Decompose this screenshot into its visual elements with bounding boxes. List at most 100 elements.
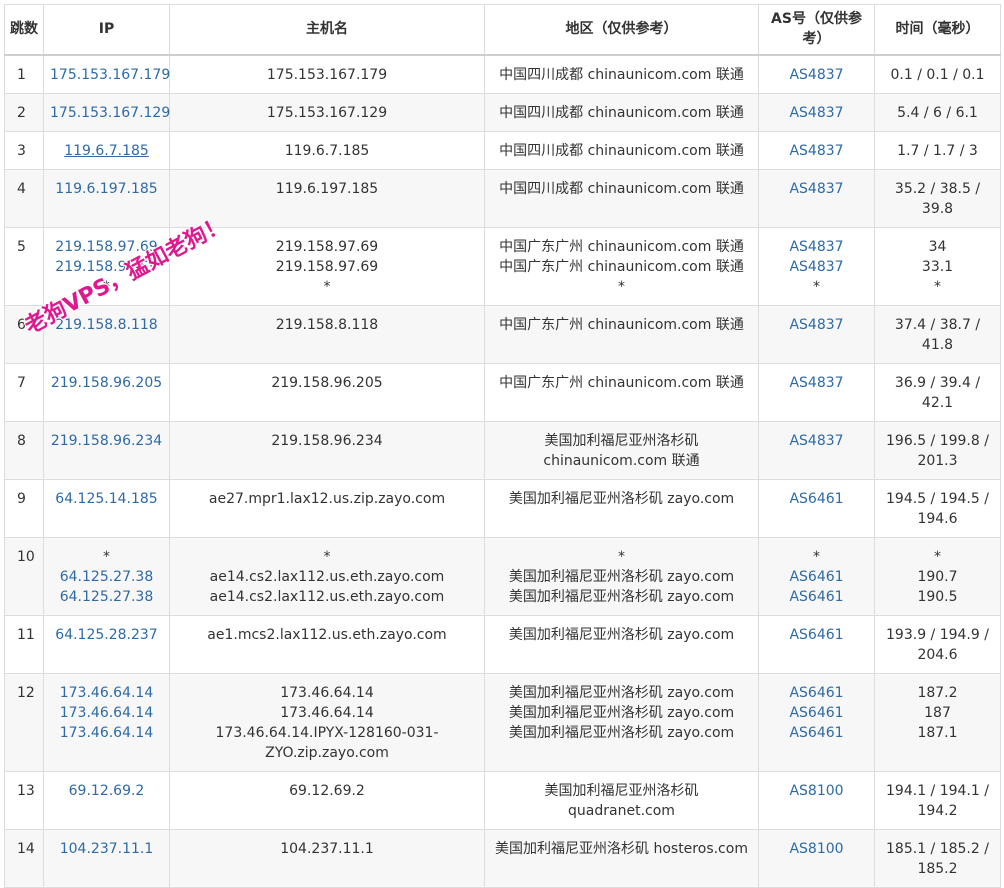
- ip-link[interactable]: 64.125.28.237: [50, 625, 163, 645]
- host-text: 119.6.197.185: [275, 180, 379, 197]
- asn-link[interactable]: AS4837: [765, 431, 868, 451]
- asn-link[interactable]: AS4837: [765, 179, 868, 199]
- asn-link[interactable]: AS4837: [765, 237, 868, 257]
- region-text: 中国四川成都 chinaunicom.com 联通: [499, 180, 744, 197]
- hop-cell: 6: [4, 304, 44, 364]
- ip-link[interactable]: 175.153.167.179: [50, 65, 170, 85]
- hop-cell: 8: [4, 420, 44, 480]
- hop-cell: 5: [4, 226, 44, 306]
- asn-link[interactable]: AS4837: [765, 141, 868, 161]
- asn-link[interactable]: AS6461: [765, 625, 868, 645]
- asn-link[interactable]: AS6461: [765, 723, 868, 743]
- region-text: 中国广东广州 chinaunicom.com 联通: [499, 316, 744, 333]
- region-cell: 中国四川成都 chinaunicom.com 联通: [484, 168, 759, 228]
- region-cell: 中国四川成都 chinaunicom.com 联通: [484, 92, 759, 132]
- time-cell: 0.1 / 0.1 / 0.1: [874, 54, 1001, 94]
- table-row: 2 175.153.167.129 175.153.167.129 中国四川成都 ch…: [4, 92, 1001, 132]
- region-text: chinaunicom.com 联通: [543, 452, 700, 469]
- asn-cell: AS4837: [758, 420, 875, 480]
- ip-cell: 173.46.64.14 173.46.64.14 173.46.64.14: [43, 672, 170, 772]
- hop-cell: 10: [4, 536, 44, 616]
- asn-link[interactable]: AS6461: [765, 489, 868, 509]
- asn-cell: AS4837: [758, 92, 875, 132]
- hostname-cell: 175.153.167.129: [169, 92, 485, 132]
- time-cell: 1.7 / 1.7 / 3: [874, 130, 1001, 170]
- ip-link[interactable]: 173.46.64.14: [50, 703, 163, 723]
- ip-link[interactable]: 219.158.96.205: [50, 373, 163, 393]
- ip-link[interactable]: 219.158.97.69: [50, 237, 163, 257]
- table-body: 1 175.153.167.179 175.153.167.179 中国四川成都 ch…: [4, 54, 1001, 888]
- host-text: 173.46.64.14: [280, 704, 374, 721]
- asn-link[interactable]: AS4837: [765, 257, 868, 277]
- table-row: 12 173.46.64.14 173.46.64.14 173.46.64.14 17…: [4, 672, 1001, 772]
- region-cell: 美国加利福尼亚州洛杉矶 zayo.com 美国加利福尼亚州洛杉矶 zayo.com…: [484, 672, 759, 772]
- asn-link[interactable]: AS6461: [765, 587, 868, 607]
- ip-link[interactable]: 175.153.167.129: [50, 103, 170, 123]
- host-text: 219.158.96.205: [271, 374, 383, 391]
- asn-link[interactable]: AS4837: [765, 315, 868, 335]
- ip-link[interactable]: 219.158.8.118: [50, 315, 163, 335]
- host-text: ZYO.zip.zayo.com: [265, 744, 389, 761]
- region-text: *: [618, 548, 625, 565]
- asn-link[interactable]: AS4837: [765, 103, 868, 123]
- time-text: *: [934, 278, 941, 295]
- ip-link[interactable]: 219.158.96.234: [50, 431, 163, 451]
- host-text: 173.46.64.14.IPYX-128160-031-: [215, 724, 439, 741]
- region-cell: 中国四川成都 chinaunicom.com 联通: [484, 54, 759, 94]
- ip-link[interactable]: 173.46.64.14: [50, 683, 163, 703]
- asn-link[interactable]: AS6461: [765, 567, 868, 587]
- asn-cell: AS8100: [758, 770, 875, 830]
- ip-link[interactable]: 64.125.27.38: [50, 567, 163, 587]
- region-text: 中国广东广州 chinaunicom.com 联通: [499, 374, 744, 391]
- host-text: 104.237.11.1: [280, 840, 374, 857]
- host-text: 175.153.167.179: [266, 66, 388, 83]
- asn-link[interactable]: AS8100: [765, 781, 868, 801]
- hop-cell: 2: [4, 92, 44, 132]
- hostname-cell: 119.6.7.185: [169, 130, 485, 170]
- ip-cell: 219.158.96.234: [43, 420, 170, 480]
- region-cell: 美国加利福尼亚州洛杉矶 zayo.com: [484, 614, 759, 674]
- time-text: *: [934, 548, 941, 565]
- ip-link[interactable]: 119.6.7.185: [50, 141, 163, 161]
- ip-link[interactable]: 69.12.69.2: [50, 781, 163, 801]
- host-text: *: [323, 548, 331, 565]
- time-text: 201.3: [917, 452, 958, 469]
- ip-cell: 64.125.28.237: [43, 614, 170, 674]
- region-cell: 中国广东广州 chinaunicom.com 联通 中国广东广州 chinauni…: [484, 226, 759, 306]
- host-text: 219.158.8.118: [275, 316, 379, 333]
- asn-link[interactable]: AS8100: [765, 839, 868, 859]
- region-text: 美国加利福尼亚州洛杉矶 zayo.com: [508, 626, 735, 643]
- col-header-region: 地区（仅供参考）: [484, 4, 759, 56]
- ip-link: *: [103, 548, 110, 565]
- time-text: 196.5 / 199.8 /: [886, 432, 989, 449]
- ip-link[interactable]: 173.46.64.14: [50, 723, 163, 743]
- table-row: 4 119.6.197.185 119.6.197.185 中国四川成都 chinau…: [4, 168, 1001, 228]
- ip-link[interactable]: 219.158.97.69: [50, 257, 163, 277]
- hostname-cell: 219.158.97.69 219.158.97.69 *: [169, 226, 485, 306]
- region-text: 中国广东广州 chinaunicom.com 联通: [499, 238, 744, 255]
- asn-link[interactable]: AS6461: [765, 683, 868, 703]
- asn-cell: AS8100: [758, 828, 875, 888]
- region-text: 美国加利福尼亚州洛杉矶 zayo.com: [508, 684, 735, 701]
- asn-link[interactable]: AS6461: [765, 703, 868, 723]
- asn-link[interactable]: AS4837: [765, 65, 868, 85]
- ip-cell: 219.158.96.205: [43, 362, 170, 422]
- col-header-hop: 跳数: [4, 4, 44, 56]
- ip-link[interactable]: 64.125.27.38: [50, 587, 163, 607]
- region-text: 美国加利福尼亚州洛杉矶 zayo.com: [508, 490, 735, 507]
- hostname-cell: 219.158.8.118: [169, 304, 485, 364]
- asn-cell: * AS6461 AS6461: [758, 536, 875, 616]
- time-text: 36.9 / 39.4 /: [894, 374, 981, 391]
- ip-link[interactable]: 64.125.14.185: [50, 489, 163, 509]
- time-text: 194.1 / 194.1 /: [886, 782, 989, 799]
- host-text: 219.158.96.234: [271, 432, 383, 449]
- ip-link[interactable]: 104.237.11.1: [50, 839, 163, 859]
- col-header-host: 主机名: [169, 4, 485, 56]
- time-cell: 196.5 / 199.8 / 201.3: [874, 420, 1001, 480]
- region-text: 中国四川成都 chinaunicom.com 联通: [499, 142, 744, 159]
- asn-link[interactable]: AS4837: [765, 373, 868, 393]
- ip-cell: 119.6.7.185: [43, 130, 170, 170]
- ip-link[interactable]: 119.6.197.185: [50, 179, 163, 199]
- region-cell: * 美国加利福尼亚州洛杉矶 zayo.com 美国加利福尼亚州洛杉矶 zayo.co…: [484, 536, 759, 616]
- time-text: 42.1: [921, 394, 954, 411]
